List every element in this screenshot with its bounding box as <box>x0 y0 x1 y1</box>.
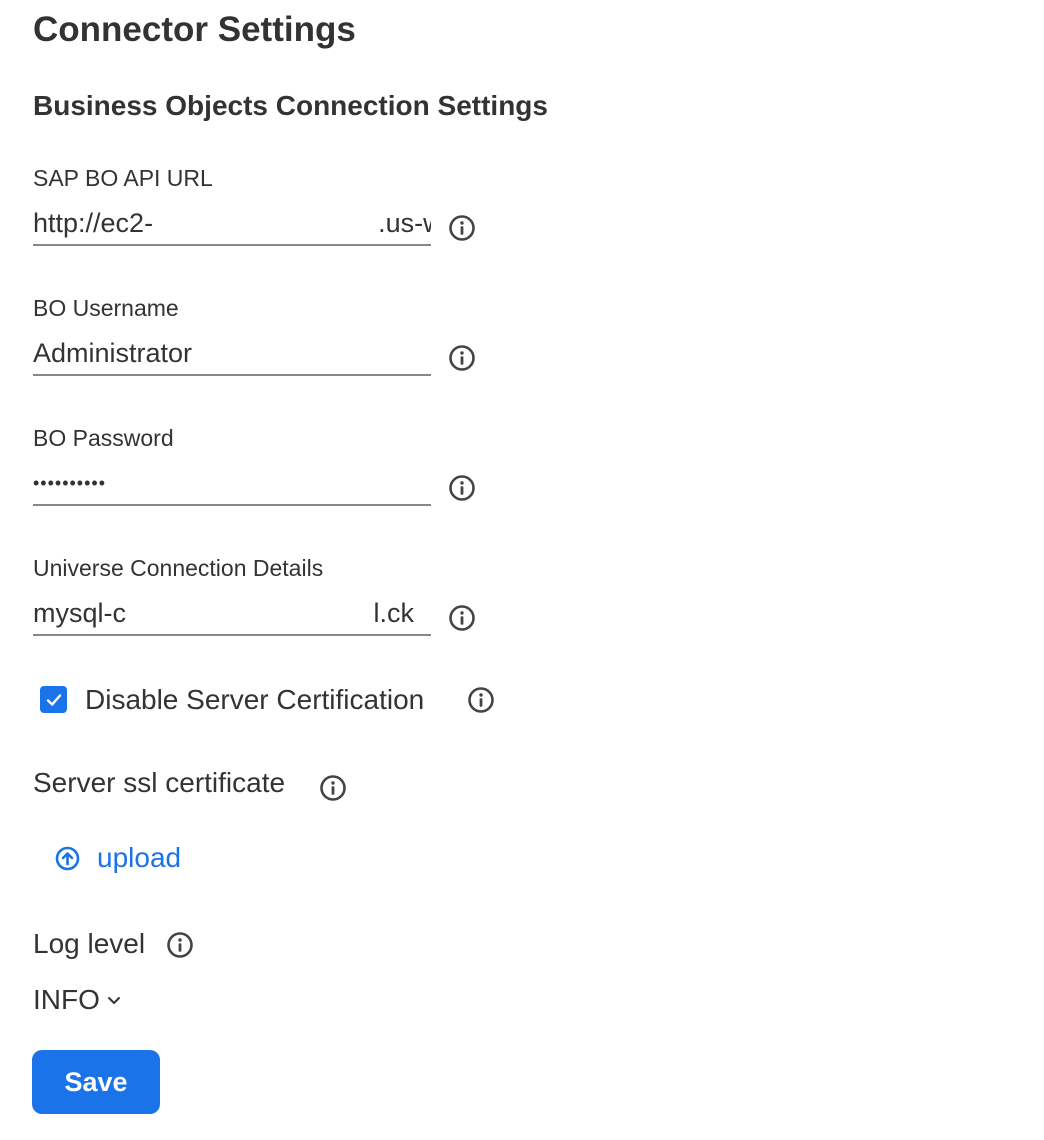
api-url-input[interactable] <box>33 202 431 246</box>
page-title: Connector Settings <box>33 10 356 49</box>
chevron-down-icon <box>107 997 120 1004</box>
disable-cert-checkbox[interactable] <box>40 686 67 713</box>
username-label: BO Username <box>33 295 179 321</box>
ssl-cert-label: Server ssl certificate <box>33 767 286 798</box>
universe-label: Universe Connection Details <box>33 555 324 581</box>
info-icon[interactable] <box>166 931 194 959</box>
info-icon[interactable] <box>448 214 476 242</box>
info-icon[interactable] <box>319 774 347 802</box>
checkmark-icon <box>46 693 61 706</box>
info-icon[interactable] <box>467 686 495 714</box>
log-level-label: Log level <box>33 928 146 959</box>
info-icon[interactable] <box>448 474 476 502</box>
save-button[interactable]: Save <box>32 1050 160 1114</box>
info-icon[interactable] <box>448 604 476 632</box>
upload-link[interactable]: upload <box>97 842 181 874</box>
info-icon[interactable] <box>448 344 476 372</box>
log-level-select[interactable]: INFO <box>33 984 122 1016</box>
universe-input[interactable] <box>33 592 431 636</box>
log-level-value: INFO <box>33 984 100 1015</box>
username-input[interactable] <box>33 332 431 376</box>
disable-cert-label[interactable]: Disable Server Certification <box>85 684 424 716</box>
password-input[interactable] <box>33 462 431 506</box>
upload-arrow-icon[interactable] <box>55 846 80 871</box>
api-url-label: SAP BO API URL <box>33 165 213 191</box>
password-label: BO Password <box>33 425 174 451</box>
section-title: Business Objects Connection Settings <box>33 90 548 121</box>
